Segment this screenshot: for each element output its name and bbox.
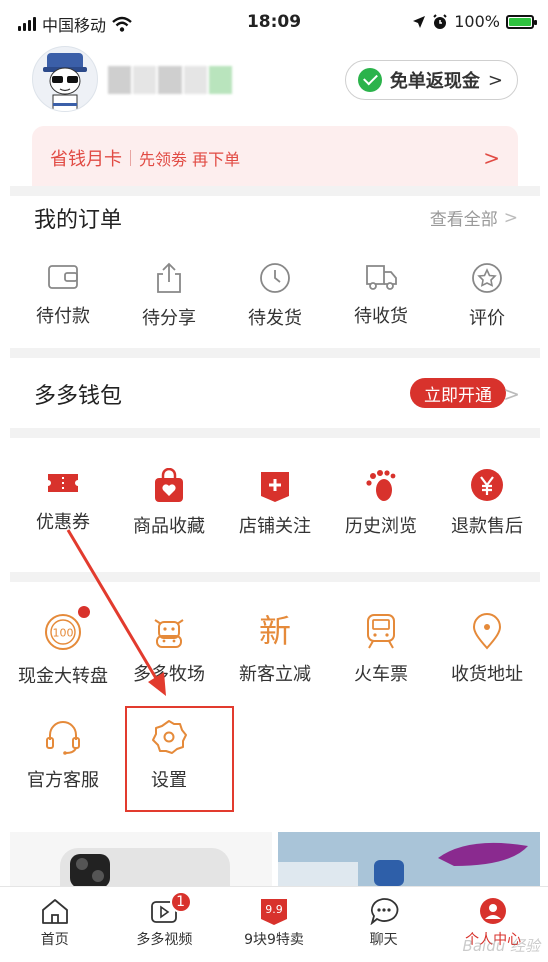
wallet-title: 多多钱包 xyxy=(34,384,123,409)
tab-nine-nine-sale[interactable]: 9.9 9块9特卖 xyxy=(219,887,329,962)
order-pending-share[interactable]: 待分享 xyxy=(116,262,222,330)
product-image-phone[interactable] xyxy=(10,832,272,886)
cow-icon xyxy=(154,619,184,648)
shortcut-coupons[interactable]: 优惠券 xyxy=(10,468,116,538)
star-badge-icon xyxy=(472,263,502,293)
service-address[interactable]: 收货地址 xyxy=(434,612,540,688)
tab-home[interactable]: 首页 xyxy=(0,887,110,962)
chat-icon xyxy=(370,898,398,925)
chevron-right-icon: > xyxy=(503,382,520,406)
bottom-tab-bar: 首页 1 多多视频 9.9 9块9特卖 聊天 个人中心 Baidu 经验 xyxy=(0,886,548,962)
profile-icon xyxy=(480,898,507,924)
shortcut-row: 优惠券 商品收藏 店铺关注 历史浏览 退款售后 xyxy=(10,468,540,538)
chevron-right-icon: > xyxy=(487,69,503,91)
cash-back-button[interactable]: 免单返现金 > xyxy=(344,60,518,100)
month-card-subtitle: 先领劵 再下单 xyxy=(139,150,241,169)
order-pending-receipt[interactable]: 待收货 xyxy=(328,262,434,330)
divider xyxy=(130,150,131,166)
home-icon xyxy=(41,899,68,924)
section-divider xyxy=(10,186,540,196)
battery-percent: 100% xyxy=(454,12,500,31)
wechat-check-icon xyxy=(357,68,382,92)
service-train-tickets[interactable]: 火车票 xyxy=(328,612,434,688)
order-pending-shipment[interactable]: 待发货 xyxy=(222,262,328,330)
bag-heart-icon xyxy=(155,468,183,502)
service-row-2: 官方客服 设置 xyxy=(10,718,540,792)
open-wallet-button[interactable]: 立即开通 xyxy=(410,378,506,408)
tab-videos[interactable]: 1 多多视频 xyxy=(110,887,220,962)
battery-icon xyxy=(506,14,537,29)
tab-chat[interactable]: 聊天 xyxy=(329,887,439,962)
footprint-icon xyxy=(366,470,396,501)
location-arrow-icon xyxy=(413,15,426,28)
settings-highlight-box xyxy=(125,706,234,812)
svg-text:100: 100 xyxy=(53,627,74,640)
service-ranch[interactable]: 多多牧场 xyxy=(116,612,222,688)
clock-icon xyxy=(260,263,290,293)
ticket-icon xyxy=(48,474,78,492)
view-all-label: 查看全部 xyxy=(429,210,498,230)
status-bar: 中国移动 18:09 100% xyxy=(0,0,548,46)
section-divider xyxy=(10,572,540,582)
recommendation-banner[interactable] xyxy=(10,832,540,886)
service-new-customer[interactable]: 新 新客立减 xyxy=(222,612,328,688)
username-redacted xyxy=(108,66,233,94)
order-pending-payment[interactable]: 待付款 xyxy=(10,262,116,330)
saving-month-card[interactable]: 省钱月卡 先领劵 再下单 > xyxy=(32,126,518,190)
share-icon xyxy=(157,262,181,293)
shortcut-followed-shops[interactable]: 店铺关注 xyxy=(222,468,328,538)
watermark: Baidu 经验 xyxy=(462,937,540,955)
wallet-icon xyxy=(48,265,78,289)
chevron-right-icon: > xyxy=(503,207,518,228)
section-divider xyxy=(10,428,540,438)
order-status-row: 待付款 待分享 待发货 待收货 评价 xyxy=(10,262,540,330)
profile-header: 免单返现金 > xyxy=(0,46,548,118)
truck-icon xyxy=(366,265,397,290)
train-icon xyxy=(367,614,395,649)
order-review[interactable]: 评价 xyxy=(434,262,540,330)
notification-dot xyxy=(78,606,90,618)
svg-text:9.9: 9.9 xyxy=(265,903,283,916)
headset-icon xyxy=(46,721,80,755)
service-customer-support[interactable]: 官方客服 xyxy=(10,718,116,792)
wheel-100-icon: 100 xyxy=(45,614,81,650)
location-icon xyxy=(472,613,502,650)
orders-title: 我的订单 xyxy=(34,208,123,233)
shortcut-refunds[interactable]: 退款售后 xyxy=(434,468,540,538)
view-all-orders-link[interactable]: 查看全部 > xyxy=(429,205,518,231)
sale-99-icon: 9.9 xyxy=(260,899,287,925)
new-icon: 新 xyxy=(258,612,291,650)
service-cash-wheel[interactable]: 100 现金大转盘 xyxy=(10,606,116,688)
avatar[interactable] xyxy=(32,46,98,112)
avatar-illustration xyxy=(43,53,87,111)
section-divider xyxy=(10,348,540,358)
shortcut-history[interactable]: 历史浏览 xyxy=(328,468,434,538)
video-badge: 1 xyxy=(169,891,192,913)
chevron-right-icon: > xyxy=(483,146,500,170)
product-image-water[interactable] xyxy=(278,832,540,886)
shop-plus-icon xyxy=(261,472,289,502)
cash-back-label: 免单返现金 xyxy=(389,71,480,92)
service-row-1: 100 现金大转盘 多多牧场 新 新客立减 火车票 收货地址 xyxy=(10,606,540,688)
yuan-icon xyxy=(471,469,503,501)
shortcut-favorites[interactable]: 商品收藏 xyxy=(116,468,222,538)
month-card-title: 省钱月卡 xyxy=(50,149,122,170)
alarm-icon xyxy=(433,13,447,29)
